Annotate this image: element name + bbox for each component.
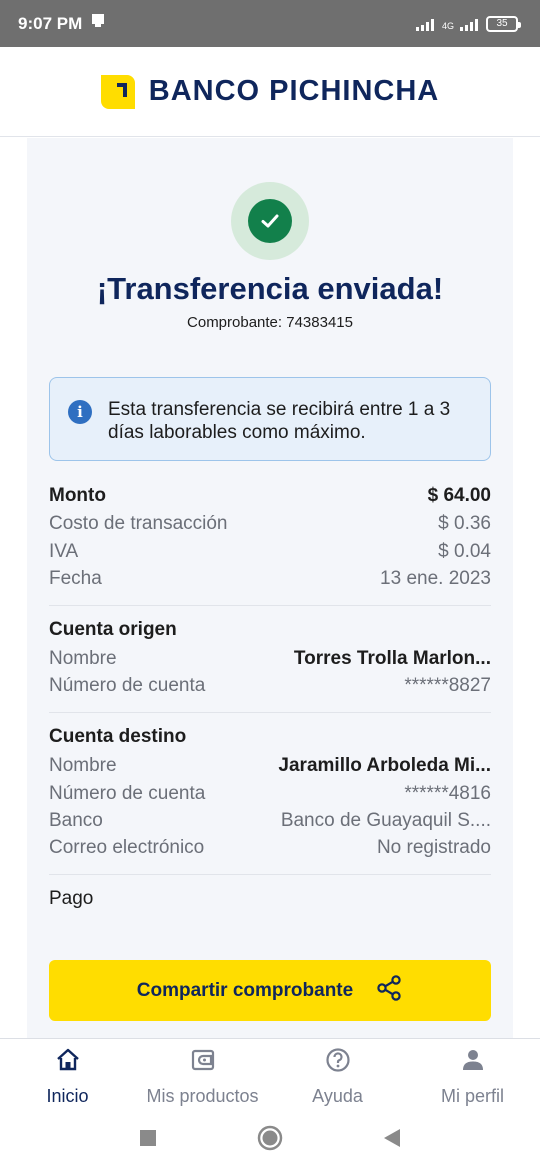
tax-value: $ 0.04 <box>438 541 491 562</box>
destination-name-value: Jaramillo Arboleda Mi... <box>278 755 491 776</box>
destination-email-value: No registrado <box>376 837 491 858</box>
transfer-receipt-card: ¡Transferencia enviada! Comprobante: 743… <box>27 138 513 1038</box>
app-header: BANCO PICHINCHA <box>0 47 540 137</box>
destination-name-row: Nombre Jaramillo Arboleda Mi... <box>49 755 491 777</box>
amount-label: Monto <box>49 485 106 506</box>
fee-label: Costo de transacción <box>49 513 228 534</box>
date-value: 13 ene. 2023 <box>380 568 491 589</box>
date-label: Fecha <box>49 568 102 589</box>
tax-label: IVA <box>49 541 79 562</box>
signal-icon <box>415 17 434 31</box>
network-type: 4G <box>441 20 454 31</box>
system-navigation-bar <box>0 1110 540 1170</box>
person-icon <box>460 1047 486 1078</box>
share-receipt-label: Compartir comprobante <box>136 979 354 1001</box>
fee-value: $ 0.36 <box>438 513 491 534</box>
destination-name-label: Nombre <box>49 755 117 776</box>
origin-account-title: Cuenta origen <box>49 619 177 640</box>
divider <box>49 605 491 606</box>
nav-item-mis-productos[interactable]: Mis productos <box>135 1039 270 1110</box>
nav-label-mis-productos: Mis productos <box>146 1086 259 1106</box>
divider <box>49 874 491 875</box>
tax-row: IVA $ 0.04 <box>49 541 491 563</box>
info-banner: i Esta transferencia se recibirá entre 1… <box>49 377 491 461</box>
origin-name-label: Nombre <box>49 648 117 669</box>
bottom-navigation: Inicio Mis productos Ayuda Mi perfil <box>0 1038 540 1110</box>
notification-icon <box>90 13 106 34</box>
origin-name-value: Torres Trolla Marlon... <box>293 648 491 669</box>
destination-account-title: Cuenta destino <box>49 726 187 747</box>
back-icon[interactable] <box>383 1128 401 1153</box>
fee-row: Costo de transacción $ 0.36 <box>49 513 491 535</box>
wallet-icon <box>190 1047 216 1078</box>
nav-item-inicio[interactable]: Inicio <box>0 1039 135 1110</box>
share-receipt-button[interactable]: Compartir comprobante <box>49 960 491 1021</box>
home-button-icon[interactable] <box>257 1125 283 1156</box>
battery-level: 35 <box>496 18 508 29</box>
destination-bank-label: Banco <box>49 810 103 831</box>
share-icon <box>375 974 403 1008</box>
destination-account-value: ******4816 <box>404 783 491 804</box>
success-check-icon <box>231 182 309 260</box>
receipt-number: Comprobante: 74383415 <box>187 314 353 331</box>
status-bar: 9:07 PM 4G 35 <box>0 0 540 47</box>
transfer-concept: Pago <box>49 888 94 909</box>
nav-item-ayuda[interactable]: Ayuda <box>270 1039 405 1110</box>
nav-label-mi-perfil: Mi perfil <box>440 1086 504 1106</box>
destination-bank-value: Banco de Guayaquil S.... <box>280 810 491 831</box>
nav-label-ayuda: Ayuda <box>312 1086 363 1106</box>
signal-icon-2 <box>460 17 478 31</box>
destination-account-label: Número de cuenta <box>49 783 206 804</box>
info-icon: i <box>68 400 92 424</box>
origin-account-row: Número de cuenta ******8827 <box>49 675 491 697</box>
destination-bank-row: Banco Banco de Guayaquil S.... <box>49 810 491 832</box>
amount-value: $ 64.00 <box>427 485 491 506</box>
origin-account-label: Número de cuenta <box>49 675 206 696</box>
home-icon <box>55 1047 81 1078</box>
destination-email-row: Correo electrónico No registrado <box>49 837 491 859</box>
destination-account-row: Número de cuenta ******4816 <box>49 783 491 805</box>
date-row: Fecha 13 ene. 2023 <box>49 568 491 590</box>
nav-label-inicio: Inicio <box>46 1086 89 1106</box>
page-title: ¡Transferencia enviada! <box>96 271 444 306</box>
origin-name-row: Nombre Torres Trolla Marlon... <box>49 648 491 670</box>
divider <box>49 712 491 713</box>
help-icon <box>325 1047 351 1078</box>
battery-icon: 35 <box>486 15 521 32</box>
recents-icon[interactable] <box>139 1129 157 1152</box>
origin-account-value: ******8827 <box>404 675 491 696</box>
brand-logo-icon <box>100 74 135 109</box>
nav-item-mi-perfil[interactable]: Mi perfil <box>405 1039 540 1110</box>
info-text: Esta transferencia se recibirá entre 1 a… <box>108 399 451 443</box>
status-time: 9:07 PM <box>18 13 83 33</box>
amount-row: Monto $ 64.00 <box>49 485 491 507</box>
brand-name: BANCO PICHINCHA <box>148 75 440 107</box>
destination-email-label: Correo electrónico <box>49 837 205 858</box>
